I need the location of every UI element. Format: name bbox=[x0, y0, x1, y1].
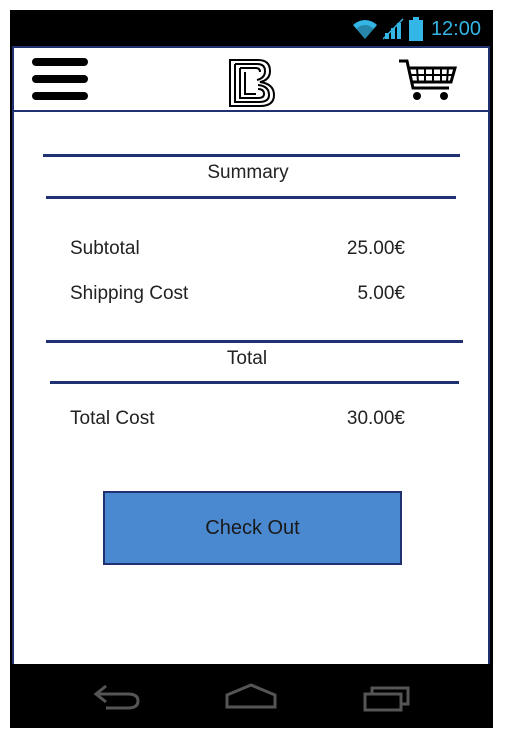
app-bar bbox=[12, 46, 490, 112]
total-bottom-divider bbox=[50, 381, 459, 384]
subtotal-value: 25.00€ bbox=[346, 238, 405, 259]
summary-bottom-divider bbox=[46, 196, 456, 199]
status-time: 12:00 bbox=[430, 17, 481, 40]
shipping-cost-label: Shipping Cost bbox=[70, 283, 189, 304]
back-icon[interactable] bbox=[92, 682, 142, 712]
subtotal-label: Subtotal bbox=[70, 238, 140, 259]
shopping-cart-icon[interactable] bbox=[397, 58, 459, 102]
total-top-divider bbox=[46, 340, 463, 343]
check-out-button[interactable]: Check Out bbox=[103, 491, 402, 565]
shipping-cost-value: 5.00€ bbox=[357, 283, 405, 304]
total-cost-label: Total Cost bbox=[70, 408, 155, 429]
total-cost-value: 30.00€ bbox=[346, 408, 405, 429]
status-bar: 12:00 bbox=[10, 10, 493, 46]
hamburger-menu-icon[interactable] bbox=[32, 58, 88, 100]
total-heading: Total bbox=[226, 348, 268, 369]
summary-top-divider bbox=[43, 154, 460, 157]
recent-apps-icon[interactable] bbox=[362, 684, 412, 712]
signal-icon bbox=[382, 18, 404, 40]
battery-icon bbox=[408, 17, 423, 41]
wifi-icon bbox=[352, 20, 377, 39]
home-icon[interactable] bbox=[224, 682, 278, 710]
brand-logo-b-icon[interactable] bbox=[228, 58, 276, 108]
summary-heading: Summary bbox=[207, 162, 289, 183]
status-icons: 12:00 bbox=[351, 16, 481, 42]
navigation-bar bbox=[10, 664, 493, 728]
